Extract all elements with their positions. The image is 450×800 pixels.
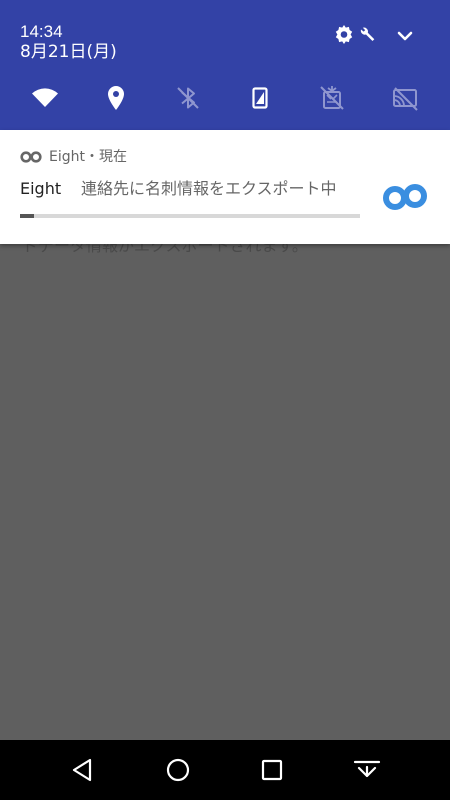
qs-tile-rotation[interactable]	[246, 84, 274, 112]
cast-icon	[393, 87, 418, 111]
qs-tile-cast[interactable]	[391, 84, 419, 112]
recents-button[interactable]	[258, 756, 286, 784]
wifi-icon	[32, 88, 58, 107]
notification-title: Eight	[20, 179, 62, 198]
notification-separator: ・	[84, 149, 99, 165]
location-icon	[108, 86, 124, 110]
export-progress-fill	[20, 214, 34, 218]
status-date: 8月21日(月)	[20, 42, 117, 62]
rotation-icon	[252, 87, 268, 109]
notification-app-name: Eight	[49, 149, 85, 165]
data-saver-icon	[320, 86, 344, 110]
back-button[interactable]	[69, 756, 97, 784]
notification-header: Eight・現在	[49, 148, 127, 166]
eight-large-icon	[383, 184, 427, 210]
recents-icon	[261, 759, 283, 781]
gear-icon	[335, 25, 375, 44]
settings-button[interactable]	[332, 24, 378, 48]
status-time: 14:34	[20, 22, 63, 41]
notification-text: 連絡先に名刺情報をエクスポート中	[81, 179, 337, 198]
qs-tile-wifi[interactable]	[31, 84, 59, 112]
back-icon	[72, 758, 92, 782]
bluetooth-icon	[177, 87, 199, 109]
wrench-icon	[360, 27, 375, 41]
qs-tile-data-saver[interactable]	[318, 84, 346, 112]
quick-settings-panel: 14:34 8月21日(月)	[0, 0, 450, 130]
expand-button[interactable]	[394, 26, 416, 46]
navigation-bar	[0, 740, 450, 800]
collapse-button[interactable]	[353, 756, 381, 784]
eight-app-icon	[20, 151, 42, 163]
qs-tile-location[interactable]	[102, 84, 130, 112]
collapse-icon	[353, 760, 381, 778]
download-notification[interactable]: Eight・現在 Eight 連絡先に名刺情報をエクスポート中	[0, 130, 450, 244]
chevron-down-icon	[397, 31, 413, 41]
notification-time: 現在	[98, 149, 127, 165]
home-button[interactable]	[164, 756, 192, 784]
export-progress-bar	[20, 214, 360, 218]
home-icon	[166, 758, 190, 782]
qs-tile-bluetooth[interactable]	[174, 84, 202, 112]
